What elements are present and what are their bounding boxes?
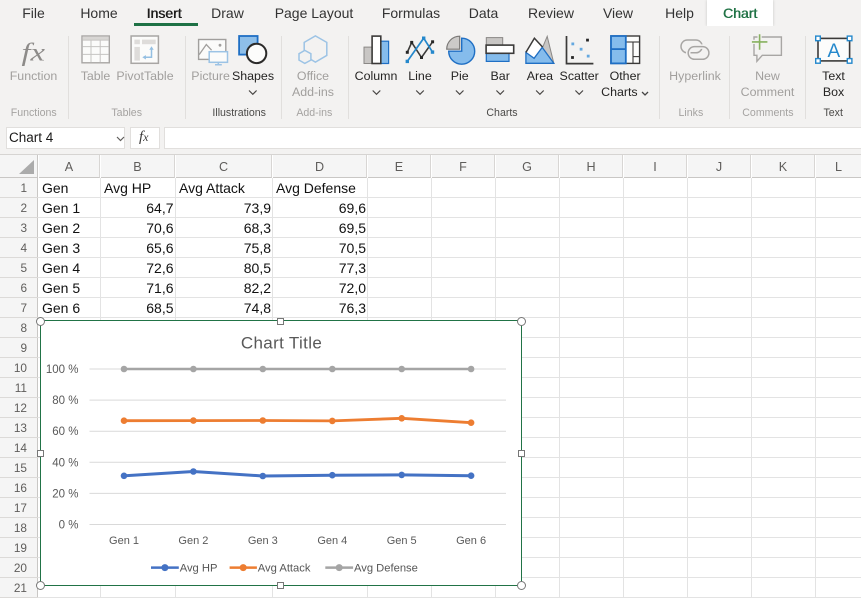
- svg-text:Avg Attack: Avg Attack: [258, 563, 311, 575]
- svg-text:Gen 1: Gen 1: [109, 535, 139, 547]
- svg-text:Gen 4: Gen 4: [317, 535, 347, 547]
- svg-text:Avg HP: Avg HP: [180, 563, 218, 575]
- svg-text:Avg Defense: Avg Defense: [354, 563, 418, 575]
- svg-text:fx: fx: [22, 40, 46, 67]
- svg-text:Gen 2: Gen 2: [178, 535, 208, 547]
- svg-text:20 %: 20 %: [52, 488, 78, 500]
- svg-text:Chart Title: Chart Title: [241, 334, 322, 353]
- svg-text:60 %: 60 %: [52, 426, 78, 438]
- svg-text:80 %: 80 %: [52, 395, 78, 407]
- svg-text:0 %: 0 %: [59, 520, 79, 532]
- svg-text:100 %: 100 %: [46, 364, 79, 376]
- svg-text:A: A: [827, 41, 840, 62]
- svg-text:Gen 6: Gen 6: [456, 535, 486, 547]
- svg-text:Gen 5: Gen 5: [387, 535, 417, 547]
- svg-text:40 %: 40 %: [52, 457, 78, 469]
- svg-text:Gen 3: Gen 3: [248, 535, 278, 547]
